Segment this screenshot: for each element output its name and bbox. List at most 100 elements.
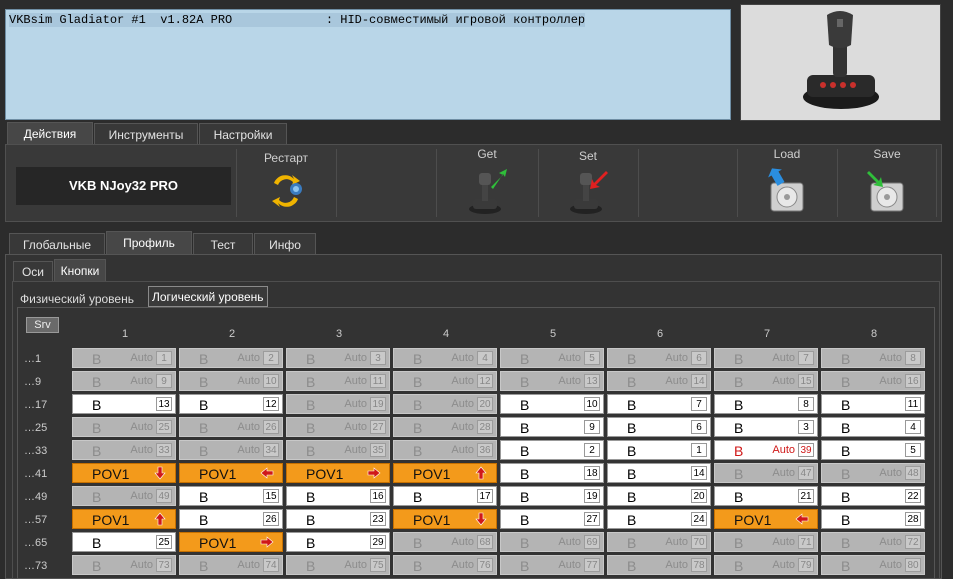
button-cell[interactable]: B Auto 70 (607, 532, 711, 552)
button-cell[interactable]: B Auto 39 (714, 440, 818, 460)
tab-info[interactable]: Инфо (254, 233, 316, 255)
button-cell[interactable]: B 26 (179, 509, 283, 529)
button-cell[interactable]: B Auto 25 (72, 417, 176, 437)
button-cell[interactable]: B Auto 74 (179, 555, 283, 575)
button-cell[interactable]: B Auto 33 (72, 440, 176, 460)
button-cell[interactable]: B 14 (607, 463, 711, 483)
button-cell[interactable]: B9 (500, 417, 604, 437)
pov-cell[interactable]: POV1 (72, 463, 176, 483)
save-button[interactable]: Save (838, 145, 936, 221)
button-cell[interactable]: B Auto 26 (179, 417, 283, 437)
pov-cell[interactable]: POV1 (286, 463, 390, 483)
button-cell[interactable]: B 18 (500, 463, 604, 483)
tab-actions[interactable]: Действия (7, 122, 93, 144)
button-cell[interactable]: B 25 (72, 532, 176, 552)
button-cell[interactable]: B3 (714, 417, 818, 437)
button-cell[interactable]: B Auto 47 (714, 463, 818, 483)
tab-logical-level[interactable]: Логический уровень (148, 286, 268, 307)
button-cell[interactable]: B Auto 69 (500, 532, 604, 552)
button-cell[interactable]: B 17 (393, 486, 497, 506)
tab-axes[interactable]: Оси (13, 261, 53, 282)
tab-settings[interactable]: Настройки (199, 123, 287, 145)
button-cell[interactable]: B 21 (714, 486, 818, 506)
button-cell[interactable]: B Auto 11 (286, 371, 390, 391)
button-cell[interactable]: B Auto 8 (821, 348, 925, 368)
button-cell[interactable]: B Auto 79 (714, 555, 818, 575)
srv-button[interactable]: Srv (26, 317, 59, 333)
button-cell[interactable]: B6 (607, 417, 711, 437)
button-cell[interactable]: B Auto 28 (393, 417, 497, 437)
button-cell[interactable]: B 11 (821, 394, 925, 414)
tab-global[interactable]: Глобальные (9, 233, 105, 255)
button-cell[interactable]: B Auto 12 (393, 371, 497, 391)
button-cell[interactable]: B 23 (286, 509, 390, 529)
button-cell[interactable]: B Auto 2 (179, 348, 283, 368)
button-cell[interactable]: B 15 (179, 486, 283, 506)
button-cell[interactable]: B Auto 75 (286, 555, 390, 575)
button-cell[interactable]: B4 (821, 417, 925, 437)
button-cell[interactable]: B 29 (286, 532, 390, 552)
button-cell[interactable]: B Auto 68 (393, 532, 497, 552)
button-cell[interactable]: B Auto 73 (72, 555, 176, 575)
pov-cell[interactable]: POV1 (179, 463, 283, 483)
button-cell[interactable]: B Auto 5 (500, 348, 604, 368)
tab-physical-level[interactable]: Физический уровень (17, 289, 137, 309)
button-cell[interactable]: B Auto 15 (714, 371, 818, 391)
button-cell[interactable]: B Auto 20 (393, 394, 497, 414)
set-button[interactable]: Set (539, 145, 637, 221)
button-cell[interactable]: B 12 (179, 394, 283, 414)
button-cell[interactable]: B Auto 14 (607, 371, 711, 391)
pov-cell[interactable]: POV1 (72, 509, 176, 529)
tab-test[interactable]: Тест (193, 233, 253, 255)
button-cell[interactable]: B Auto 34 (179, 440, 283, 460)
tab-buttons[interactable]: Кнопки (54, 259, 106, 282)
button-cell[interactable]: B Auto 6 (607, 348, 711, 368)
button-cell[interactable]: B 28 (821, 509, 925, 529)
button-cell[interactable]: B Auto 78 (607, 555, 711, 575)
get-button[interactable]: Get (437, 145, 537, 221)
button-cell[interactable]: B 10 (500, 394, 604, 414)
button-cell[interactable]: B Auto 77 (500, 555, 604, 575)
button-cell[interactable]: B8 (714, 394, 818, 414)
button-cell[interactable]: B Auto 35 (286, 440, 390, 460)
button-cell[interactable]: B 19 (500, 486, 604, 506)
button-cell[interactable]: B 13 (72, 394, 176, 414)
button-cell[interactable]: B Auto 27 (286, 417, 390, 437)
pov-cell[interactable]: POV1 (393, 509, 497, 529)
button-cell[interactable]: B Auto 71 (714, 532, 818, 552)
tab-profile[interactable]: Профиль (106, 231, 192, 255)
button-cell[interactable]: B Auto 72 (821, 532, 925, 552)
button-cell[interactable]: B Auto 7 (714, 348, 818, 368)
device-list[interactable]: VKBsim Gladiator #1 v1.82A PRO : HID-сов… (5, 9, 731, 120)
pov-cell[interactable]: POV1 (714, 509, 818, 529)
button-cell[interactable]: B Auto 16 (821, 371, 925, 391)
button-cell[interactable]: B Auto 80 (821, 555, 925, 575)
button-cell[interactable]: B Auto 76 (393, 555, 497, 575)
restart-button[interactable]: Рестарт (237, 145, 335, 221)
button-cell[interactable]: B1 (607, 440, 711, 460)
button-cell[interactable]: B Auto 1 (72, 348, 176, 368)
button-cell[interactable]: B7 (607, 394, 711, 414)
button-cell[interactable]: B 22 (821, 486, 925, 506)
button-cell[interactable]: B Auto 3 (286, 348, 390, 368)
button-cell[interactable]: B 16 (286, 486, 390, 506)
button-cell[interactable]: B Auto 19 (286, 394, 390, 414)
button-cell[interactable]: B Auto 36 (393, 440, 497, 460)
button-cell[interactable]: B Auto 48 (821, 463, 925, 483)
load-button[interactable]: Load (738, 145, 836, 221)
cell-auto-label: Auto (665, 352, 688, 364)
button-cell[interactable]: B Auto 49 (72, 486, 176, 506)
pov-cell[interactable]: POV1 (179, 532, 283, 552)
button-cell[interactable]: B2 (500, 440, 604, 460)
button-cell[interactable]: B 20 (607, 486, 711, 506)
tab-tools[interactable]: Инструменты (94, 123, 198, 145)
button-cell[interactable]: B 24 (607, 509, 711, 529)
pov-cell[interactable]: POV1 (393, 463, 497, 483)
button-cell[interactable]: B 27 (500, 509, 604, 529)
button-cell[interactable]: B Auto 4 (393, 348, 497, 368)
button-cell[interactable]: B Auto 10 (179, 371, 283, 391)
device-list-item[interactable]: VKBsim Gladiator #1 v1.82A PRO : HID-сов… (9, 13, 586, 27)
button-cell[interactable]: B Auto 9 (72, 371, 176, 391)
button-cell[interactable]: B5 (821, 440, 925, 460)
button-cell[interactable]: B Auto 13 (500, 371, 604, 391)
